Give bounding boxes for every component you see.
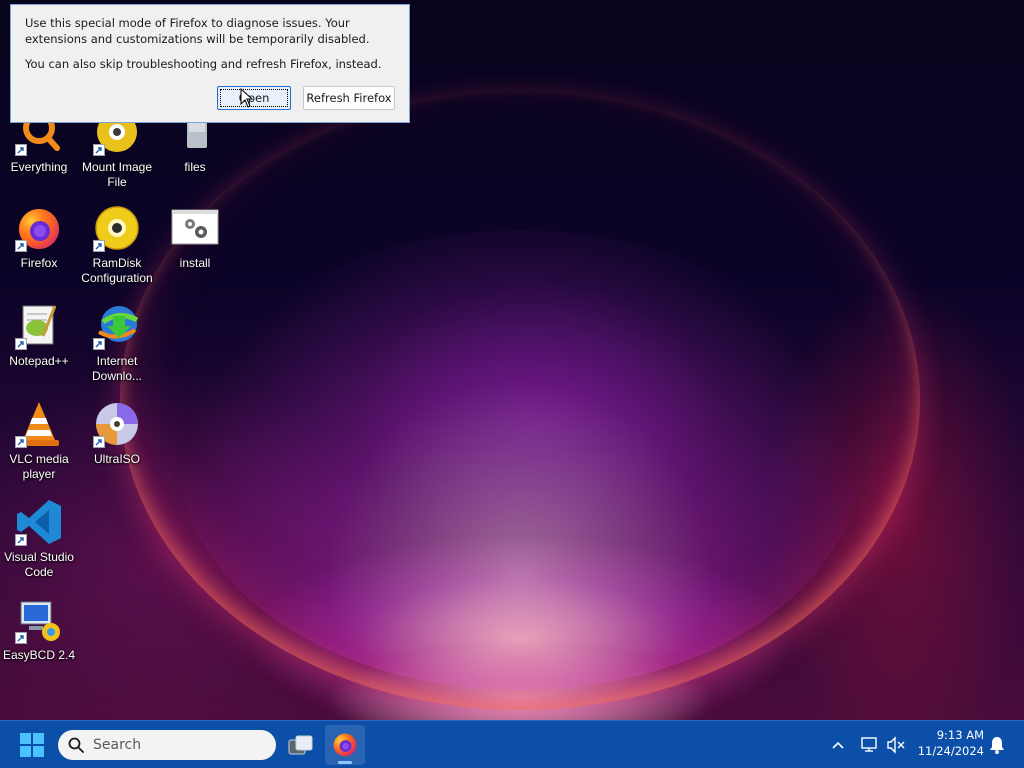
search-placeholder: Search (93, 737, 142, 753)
notepadpp-icon (15, 302, 63, 350)
shortcut-arrow-icon (15, 534, 27, 546)
shortcut-arrow-icon (93, 240, 105, 252)
install-icon (171, 204, 219, 252)
notifications-button[interactable] (985, 733, 1009, 757)
windows-logo-icon (20, 733, 44, 757)
dialog-secondary-message: You can also skip troubleshooting and re… (25, 57, 382, 71)
open-button[interactable]: Open (217, 86, 291, 110)
wallpaper-orb-ring (120, 90, 920, 710)
shortcut-arrow-icon (15, 338, 27, 350)
shortcut-arrow-icon (15, 632, 27, 644)
shortcut-arrow-icon (93, 436, 105, 448)
desktop-icon-label: Notepad++ (9, 354, 69, 368)
desktop-icon-label: EasyBCD 2.4 (2, 648, 76, 662)
desktop-icon-label: Mount Image File (81, 160, 153, 189)
vlc-icon (15, 400, 63, 448)
chevron-up-icon (832, 741, 844, 749)
refresh-firefox-button[interactable]: Refresh Firefox (303, 86, 395, 110)
internet-download-manager-icon (93, 302, 141, 350)
task-view-button[interactable] (281, 725, 321, 765)
volume-button[interactable] (884, 733, 908, 757)
taskbar-firefox-button[interactable] (325, 725, 365, 765)
shortcut-arrow-icon (93, 144, 105, 156)
troubleshoot-mode-dialog: Use this special mode of Firefox to diag… (10, 4, 410, 123)
show-hidden-icons-button[interactable] (826, 733, 850, 757)
desktop-icon-label: Visual Studio Code (4, 550, 74, 579)
desktop-icon-label: Firefox (20, 256, 58, 270)
desktop-icon-ultraiso[interactable]: UltraISO (78, 400, 156, 467)
clock-date: 11/24/2024 (917, 744, 984, 758)
running-indicator (338, 761, 352, 764)
desktop-icon-label: Everything (10, 160, 68, 174)
mouse-cursor-icon (240, 87, 254, 108)
desktop-icon-label: UltraISO (93, 452, 140, 466)
taskbar-search-box[interactable]: Search (58, 730, 276, 760)
desktop-icon-label: files (184, 160, 206, 174)
task-view-icon (288, 735, 313, 755)
desktop-icon-ramdisk[interactable]: RamDisk Configuration (78, 204, 156, 286)
start-button[interactable] (12, 725, 52, 765)
shortcut-arrow-icon (15, 144, 27, 156)
taskbar: Search 9:13 AM 11/24/2024 (0, 720, 1024, 768)
desktop-icon-vlc[interactable]: VLC media player (0, 400, 78, 482)
desktop-icon-label: install (179, 256, 211, 270)
desktop-icon-label: RamDisk Configuration (81, 256, 153, 285)
firefox-icon (15, 204, 63, 252)
desktop-icon-vscode[interactable]: Visual Studio Code (0, 498, 78, 580)
network-icon (861, 737, 877, 752)
firefox-icon (333, 733, 357, 757)
bell-icon (990, 737, 1004, 754)
vscode-icon (15, 498, 63, 546)
desktop-icon-internet-download-manager[interactable]: Internet Downlo... (78, 302, 156, 384)
clock-time: 9:13 AM (936, 728, 984, 742)
speaker-muted-icon (887, 736, 905, 754)
shortcut-arrow-icon (93, 338, 105, 350)
taskbar-clock[interactable]: 9:13 AM 11/24/2024 (912, 727, 984, 759)
easybcd-icon (15, 596, 63, 644)
search-icon (68, 737, 84, 753)
desktop-icon-label: VLC media player (9, 452, 69, 481)
ramdisk-icon (93, 204, 141, 252)
desktop-icon-notepadpp[interactable]: Notepad++ (0, 302, 78, 369)
ultraiso-icon (93, 400, 141, 448)
shortcut-arrow-icon (15, 240, 27, 252)
shortcut-arrow-icon (15, 436, 27, 448)
desktop-icon-label: Internet Downlo... (91, 354, 143, 383)
desktop: Everything Firefox Notepad++ VLC media p… (0, 0, 1024, 720)
desktop-icon-install[interactable]: install (156, 204, 234, 271)
desktop-icon-firefox[interactable]: Firefox (0, 204, 78, 271)
network-status-button[interactable] (858, 733, 882, 757)
desktop-icon-easybcd[interactable]: EasyBCD 2.4 (0, 596, 78, 663)
dialog-message: Use this special mode of Firefox to diag… (25, 16, 370, 46)
